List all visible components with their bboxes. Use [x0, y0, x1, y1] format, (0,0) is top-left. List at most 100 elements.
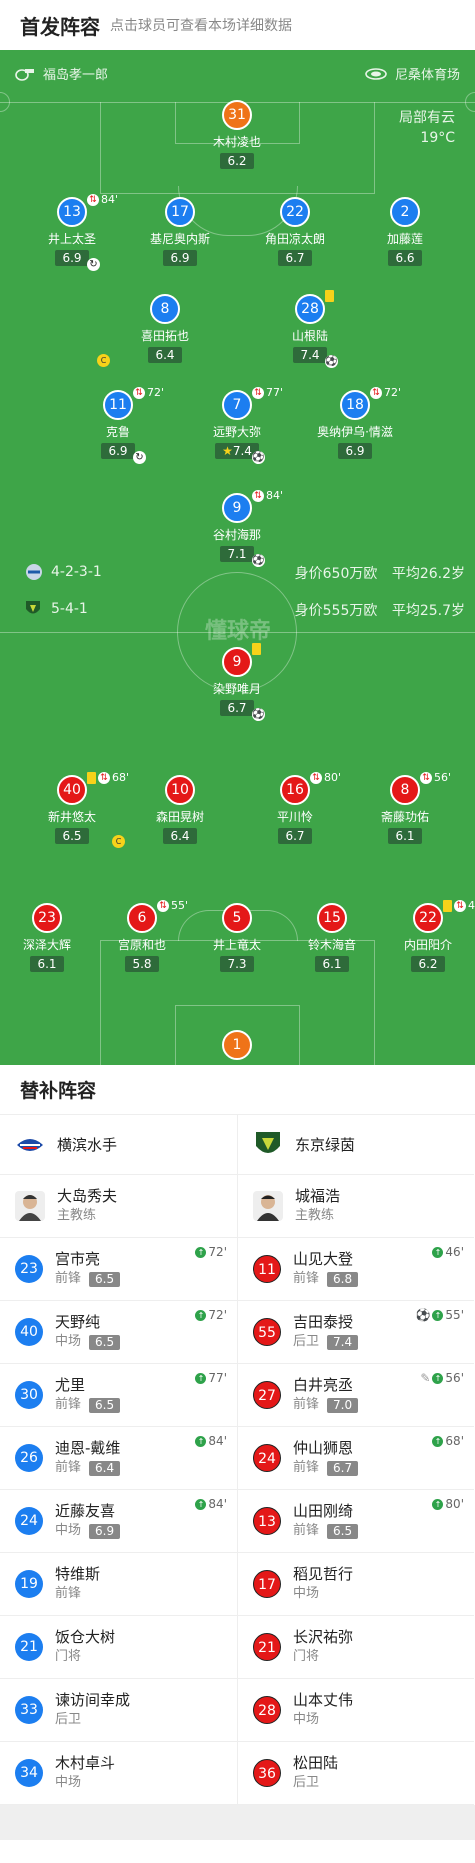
player-marker[interactable]: 10 C 森田晃树 6.4	[112, 775, 240, 848]
sub-player-row[interactable]: 13 山田刚绮 前锋 6.5 ↑ 80'	[238, 1490, 474, 1553]
sub-name: 山见大登	[293, 1250, 354, 1268]
player-rating: 7.1	[220, 546, 254, 562]
player-marker[interactable]: 22 角田凉太朗 6.7	[235, 197, 355, 266]
home-team-row[interactable]: 横滨水手	[0, 1115, 237, 1175]
rating-value: 7.1	[227, 547, 247, 561]
coach-info: 福岛孝一郎	[15, 64, 108, 83]
sub-minute: 77'	[208, 1371, 227, 1385]
sub-player-row[interactable]: 55 吉田泰授 后卫 7.4 ⚽ ↑ 55'	[238, 1301, 474, 1364]
sub-player-row[interactable]: 30 尤里 前锋 6.5 ↑ 77'	[0, 1364, 237, 1427]
player-marker[interactable]: 17 基尼奥内斯 6.9	[120, 197, 240, 266]
sub-in-icon: ↑	[432, 1435, 444, 1447]
sub-name: 天野纯	[55, 1313, 101, 1331]
sub-player-row[interactable]: 34 木村卓斗 中场	[0, 1742, 237, 1805]
player-marker[interactable]: 2 加藤莲 6.6	[345, 197, 465, 266]
coach-name: 福岛孝一郎	[43, 68, 109, 83]
sub-out-icon: ⇅	[252, 386, 264, 399]
player-marker[interactable]: 13 ↻ ⇅ 84' 井上太圣 6.9	[12, 193, 132, 271]
sub-player-row[interactable]: 33 谏访间幸成 后卫	[0, 1679, 237, 1742]
sub-position: 前锋	[293, 1460, 320, 1475]
sub-minute: 68'	[445, 1434, 464, 1448]
sub-minute: 84'	[266, 489, 284, 502]
home-team-icon	[26, 564, 42, 580]
player-marker[interactable]: 18 ⇅ 72' 奥纳伊乌·情滋 6.9	[295, 386, 415, 459]
footer-spacer	[0, 1805, 475, 1840]
sub-player-row[interactable]: 17 稻见哲行 中场	[238, 1553, 474, 1616]
sub-number: 26	[15, 1444, 43, 1472]
sub-player-row[interactable]: 24 仲山狮恩 前锋 6.7 ↑ 68'	[238, 1427, 474, 1490]
stadium-name: 尼桑体育场	[394, 68, 460, 83]
rating-value: 6.7	[227, 701, 247, 715]
sub-name: 迪恩-戴维	[55, 1439, 121, 1457]
sub-player-row[interactable]: 19 特维斯 前锋	[0, 1553, 237, 1616]
player-marker[interactable]: 22⇅46'内田阳介6.2	[368, 899, 475, 972]
goal-ball-icon: ⚽	[325, 355, 338, 368]
captain-badge: C	[97, 354, 110, 367]
sub-player-row[interactable]: 21 饭仓大树 门将	[0, 1616, 237, 1679]
away-team-icon	[26, 601, 40, 614]
player-number: 40	[57, 775, 87, 805]
sub-minute: 80'	[324, 771, 342, 784]
sub-number: 27	[253, 1381, 281, 1409]
event-icons: ⇅ 84'	[87, 193, 118, 206]
sub-number: 23	[15, 1255, 43, 1283]
player-rating: 6.2	[220, 153, 254, 169]
sub-number: 36	[253, 1759, 281, 1787]
sub-player-row[interactable]: 21 长沢祐弥 门将	[238, 1616, 474, 1679]
sub-player-row[interactable]: 11 山见大登 前锋 6.8 ↑ 46'	[238, 1238, 474, 1301]
sub-player-row[interactable]: 26 迪恩-戴维 前锋 6.4 ↑ 84'	[0, 1427, 237, 1490]
player-marker[interactable]: 9 ⚽ ⇅ 84' 谷村海那 7.1	[177, 489, 297, 567]
home-coach-row[interactable]: 大岛秀夫 主教练	[0, 1175, 237, 1238]
sub-player-row[interactable]: 24 近藤友喜 中场 6.9 ↑ 84'	[0, 1490, 237, 1553]
stadium-icon	[365, 67, 387, 80]
sub-player-row[interactable]: 40 天野纯 中场 6.5 ↑ 72'	[0, 1301, 237, 1364]
sub-number: 24	[253, 1444, 281, 1472]
rating-value: 6.4	[170, 829, 190, 843]
away-team-row[interactable]: 东京绿茵	[238, 1115, 474, 1175]
player-marker[interactable]: 28 ⚽ 山根陆 7.4	[250, 290, 370, 368]
sub-rating: 6.5	[89, 1334, 121, 1350]
away-coach-row[interactable]: 城福浩 主教练	[238, 1175, 474, 1238]
sub-out-icon: ⇅	[87, 193, 99, 206]
event-icons: ⇅ 80'	[310, 771, 341, 784]
rating-value: 5.8	[132, 957, 152, 971]
rating-value: 6.4	[155, 348, 175, 362]
player-marker[interactable]: 1马特乌斯-维…6.0	[177, 1030, 297, 1065]
player-name: 喜田拓也	[140, 329, 189, 343]
player-rating: 6.6	[388, 250, 422, 266]
sub-player-row[interactable]: 23 宫市亮 前锋 6.5 ↑ 72'	[0, 1238, 237, 1301]
player-name: 井上太圣	[47, 232, 96, 246]
sub-player-row[interactable]: 27 白井亮丞 前锋 7.0 ✎ ↑ 56'	[238, 1364, 474, 1427]
sub-in-icon: ↑	[432, 1246, 444, 1258]
event-icons: ⇅ 72'	[370, 386, 401, 399]
subs-title: 替补阵容	[0, 1065, 475, 1115]
sub-minute: 72'	[208, 1308, 227, 1322]
sub-name: 饭仓大树	[55, 1628, 116, 1646]
player-marker[interactable]: 31 木村凌也 6.2	[177, 100, 297, 169]
home-formation-row: 4-2-3-1	[25, 563, 102, 581]
player-marker[interactable]: 9 ⚽ 染野唯月 6.7	[177, 643, 297, 721]
sub-name: 山本丈伟	[293, 1691, 354, 1709]
sub-out-icon: ⇅	[310, 771, 322, 784]
player-marker[interactable]: 7 ⚽ ⇅ 77' 远野大弥 ★7.4	[177, 386, 297, 464]
player-number: 18	[340, 390, 370, 420]
sub-number: 24	[15, 1507, 43, 1535]
player-marker[interactable]: 11 ↻ ⇅ 72' 克鲁 6.9	[58, 386, 178, 464]
sub-out-icon: ⇅	[420, 771, 432, 784]
event-icons: ⇅ 56'	[420, 771, 451, 784]
player-rating: 6.7	[220, 700, 254, 716]
sub-rating: 6.7	[327, 1460, 359, 1476]
home-age: 平均26.2岁	[391, 566, 465, 582]
player-marker[interactable]: 8 C 喜田拓也 6.4	[97, 294, 225, 367]
home-subs-column: 横滨水手 大岛秀夫 主教练 23 宫市亮 前锋 6.5 ↑ 72' 40 天野纯 中场 6.5 ↑ 7…	[0, 1115, 237, 1805]
player-marker[interactable]: 16 ⇅ 80' 平川怜 6.7	[235, 771, 355, 844]
coach-name: 大岛秀夫	[57, 1187, 118, 1205]
player-marker[interactable]: 40 ⇅ 68' 新井悠太 6.5	[12, 771, 132, 844]
subs-panel: 横滨水手 大岛秀夫 主教练 23 宫市亮 前锋 6.5 ↑ 72' 40 天野纯 中场 6.5 ↑ 7…	[0, 1115, 475, 1805]
player-rating: 6.4	[163, 828, 197, 844]
sub-name: 长沢祐弥	[293, 1628, 354, 1646]
sub-player-row[interactable]: 28 山本丈伟 中场	[238, 1679, 474, 1742]
sub-player-row[interactable]: 36 松田陆 后卫	[238, 1742, 474, 1805]
player-name: 远野大弥	[212, 425, 261, 439]
player-marker[interactable]: 8 ⇅ 56' 斋藤功佑 6.1	[345, 771, 465, 844]
